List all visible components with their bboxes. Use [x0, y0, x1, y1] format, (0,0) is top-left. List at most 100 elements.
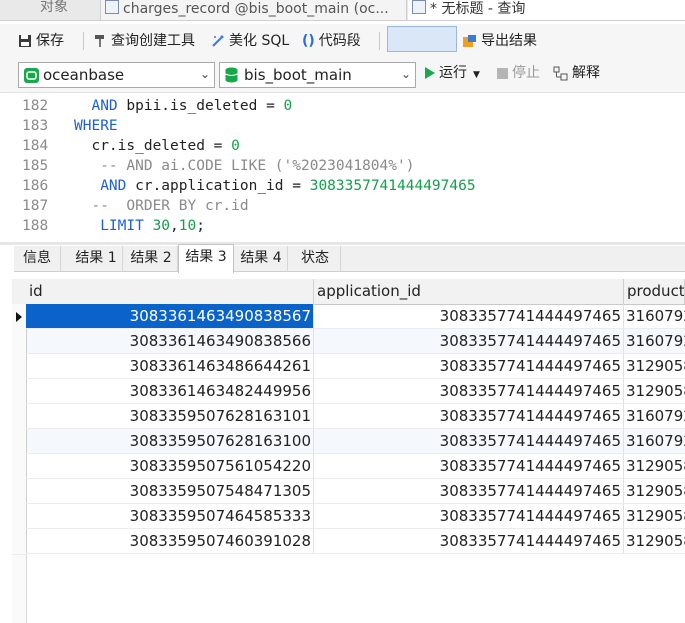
beautify-sql-button[interactable]: 美化 SQL — [211, 30, 289, 52]
cell-id[interactable]: 3083359507628163101 — [26, 404, 314, 429]
row-header[interactable] — [12, 429, 27, 455]
beautify-sql-label: 美化 SQL — [229, 33, 290, 49]
code-text: -- AND ai.CODE LIKE ('%2023041804%') — [74, 158, 415, 174]
cell-id[interactable]: 3083361463486644261 — [26, 354, 314, 379]
cell-application-id[interactable]: 3083357741444497465 — [314, 529, 624, 554]
cell-product[interactable]: 3160792€ — [624, 429, 685, 454]
cell-id[interactable]: 3083359507460391028 — [26, 529, 314, 554]
cell-id[interactable]: 3083361463490838566 — [26, 329, 314, 354]
cell-application-id[interactable]: 3083357741444497465 — [314, 504, 624, 529]
query-builder-label: 查询创建工具 — [111, 33, 195, 49]
cell-application-id[interactable]: 3083357741444497465 — [314, 429, 624, 454]
cell-product[interactable]: 3160792€ — [624, 329, 685, 354]
tab-untitled-query-label: * 无标题 - 查询 — [430, 1, 526, 17]
tab-result-3[interactable]: 结果 3 — [178, 244, 234, 273]
column-header-application-id[interactable]: application_id — [314, 279, 624, 304]
code-text: AND cr.application_id = 3083357741444497… — [74, 178, 476, 194]
explain-button[interactable]: 解释 — [553, 62, 600, 84]
row-header[interactable] — [12, 479, 27, 505]
table-row[interactable]: 3083361463482449956 3083357741444497465 31… — [12, 379, 685, 405]
editor-result-splitter[interactable] — [0, 242, 685, 245]
tab-charges-record-label: charges_record @bis_boot_main (oc... — [123, 1, 389, 17]
result-grid[interactable]: id application_id product 30833614634908… — [12, 279, 685, 623]
column-header-product[interactable]: product — [624, 279, 685, 304]
export-result-button[interactable]: 导出结果 — [462, 30, 537, 52]
cell-id[interactable]: 3083361463490838567 — [26, 304, 314, 329]
row-header[interactable] — [12, 529, 27, 555]
table-row[interactable]: 3083361463490838566 3083357741444497465 31… — [12, 329, 685, 355]
connection-label: oceanbase — [43, 66, 125, 84]
explain-icon — [553, 66, 568, 80]
connection-toolbar: oceanbase ⌄ bis_boot_main ⌄ 运行 ▼ 停止 解释 — [0, 58, 685, 93]
tab-result-4[interactable]: 结果 4 — [235, 246, 288, 271]
cell-application-id[interactable]: 3083357741444497465 — [314, 329, 624, 354]
table-row[interactable]: 3083361463486644261 3083357741444497465 31… — [12, 354, 685, 380]
row-header[interactable] — [12, 404, 27, 430]
cell-product[interactable]: 3129058€ — [624, 529, 685, 554]
tab-result-1[interactable]: 结果 1 — [70, 246, 123, 271]
code-text: WHERE — [74, 118, 118, 134]
table-row[interactable]: 3083359507628163100 3083357741444497465 31… — [12, 429, 685, 455]
row-header[interactable] — [12, 304, 27, 330]
sql-editor[interactable]: 182 AND bpii.is_deleted = 0 183 WHERE 184… — [0, 94, 685, 242]
tab-untitled-query[interactable]: * 无标题 - 查询 — [408, 0, 685, 20]
cell-application-id[interactable]: 3083357741444497465 — [314, 304, 624, 329]
line-number: 187 — [22, 198, 49, 214]
stop-icon — [497, 67, 508, 79]
cell-id[interactable]: 3083359507628163100 — [26, 429, 314, 454]
run-button[interactable]: 运行 ▼ — [425, 62, 480, 84]
parentheses-icon: () — [302, 33, 315, 49]
row-header[interactable] — [12, 379, 27, 405]
row-header[interactable] — [12, 329, 27, 355]
cell-application-id[interactable]: 3083357741444497465 — [314, 404, 624, 429]
table-row[interactable]: 3083359507548471305 3083357741444497465 31… — [12, 479, 685, 505]
code-text: -- ORDER BY cr.id — [74, 198, 249, 214]
stop-button[interactable]: 停止 — [497, 62, 540, 84]
column-header-id[interactable]: id — [26, 279, 314, 304]
line-number: 185 — [22, 158, 49, 174]
result-tab-bar: 信息 结果 1 结果 2 结果 3 结果 4 状态 — [14, 244, 685, 273]
query-builder-button[interactable]: 查询创建工具 — [93, 30, 195, 52]
code-text: LIMIT 30,10; — [74, 218, 205, 234]
current-row-arrow-icon — [16, 312, 22, 322]
cell-application-id[interactable]: 3083357741444497465 — [314, 379, 624, 404]
cell-application-id[interactable]: 3083357741444497465 — [314, 454, 624, 479]
chevron-down-icon: ⌄ — [199, 67, 210, 81]
tab-objects[interactable]: 对象 — [10, 0, 98, 20]
table-row[interactable]: 3083359507464585333 3083357741444497465 31… — [12, 504, 685, 530]
cell-product[interactable]: 3129058€ — [624, 479, 685, 504]
tab-status[interactable]: 状态 — [290, 246, 341, 271]
cell-product[interactable]: 3160792€ — [624, 304, 685, 329]
tab-result-2[interactable]: 结果 2 — [125, 246, 178, 271]
save-button[interactable]: 保存 — [18, 30, 64, 52]
connection-select[interactable]: oceanbase ⌄ — [18, 62, 215, 88]
cell-product[interactable]: 3129058€ — [624, 379, 685, 404]
oceanbase-icon — [24, 68, 39, 83]
cell-product[interactable]: 3160792€ — [624, 404, 685, 429]
grid-header: id application_id product — [12, 279, 685, 305]
play-icon — [425, 67, 435, 79]
row-header[interactable] — [12, 354, 27, 380]
table-row[interactable]: 3083359507460391028 3083357741444497465 31… — [12, 529, 685, 555]
cell-id[interactable]: 3083359507464585333 — [26, 504, 314, 529]
database-label: bis_boot_main — [244, 66, 352, 84]
cell-product[interactable]: 3129058€ — [624, 354, 685, 379]
table-row[interactable]: 3083361463490838567 3083357741444497465 31… — [12, 304, 685, 330]
cell-application-id[interactable]: 3083357741444497465 — [314, 479, 624, 504]
cell-application-id[interactable]: 3083357741444497465 — [314, 354, 624, 379]
cell-product[interactable]: 3129058€ — [624, 454, 685, 479]
tab-info[interactable]: 信息 — [14, 246, 61, 271]
row-header[interactable] — [12, 454, 27, 480]
table-row[interactable]: 3083359507628163101 3083357741444497465 31… — [12, 404, 685, 430]
tab-result-1-label: 结果 1 — [75, 250, 117, 266]
row-header[interactable] — [12, 504, 27, 530]
table-row[interactable]: 3083359507561054220 3083357741444497465 31… — [12, 454, 685, 480]
tab-charges-record[interactable]: charges_record @bis_boot_main (oc... — [100, 0, 407, 20]
cell-id[interactable]: 3083359507548471305 — [26, 479, 314, 504]
cell-id[interactable]: 3083359507561054220 — [26, 454, 314, 479]
database-select[interactable]: bis_boot_main ⌄ — [219, 62, 416, 88]
cell-id[interactable]: 3083361463482449956 — [26, 379, 314, 404]
code-snippet-button[interactable]: () 代码段 — [302, 30, 361, 52]
cell-product[interactable]: 3129058€ — [624, 504, 685, 529]
query-toolbar: 保存 查询创建工具 美化 SQL ()代码段 文本 ▼ 导出结果 — [0, 24, 685, 58]
